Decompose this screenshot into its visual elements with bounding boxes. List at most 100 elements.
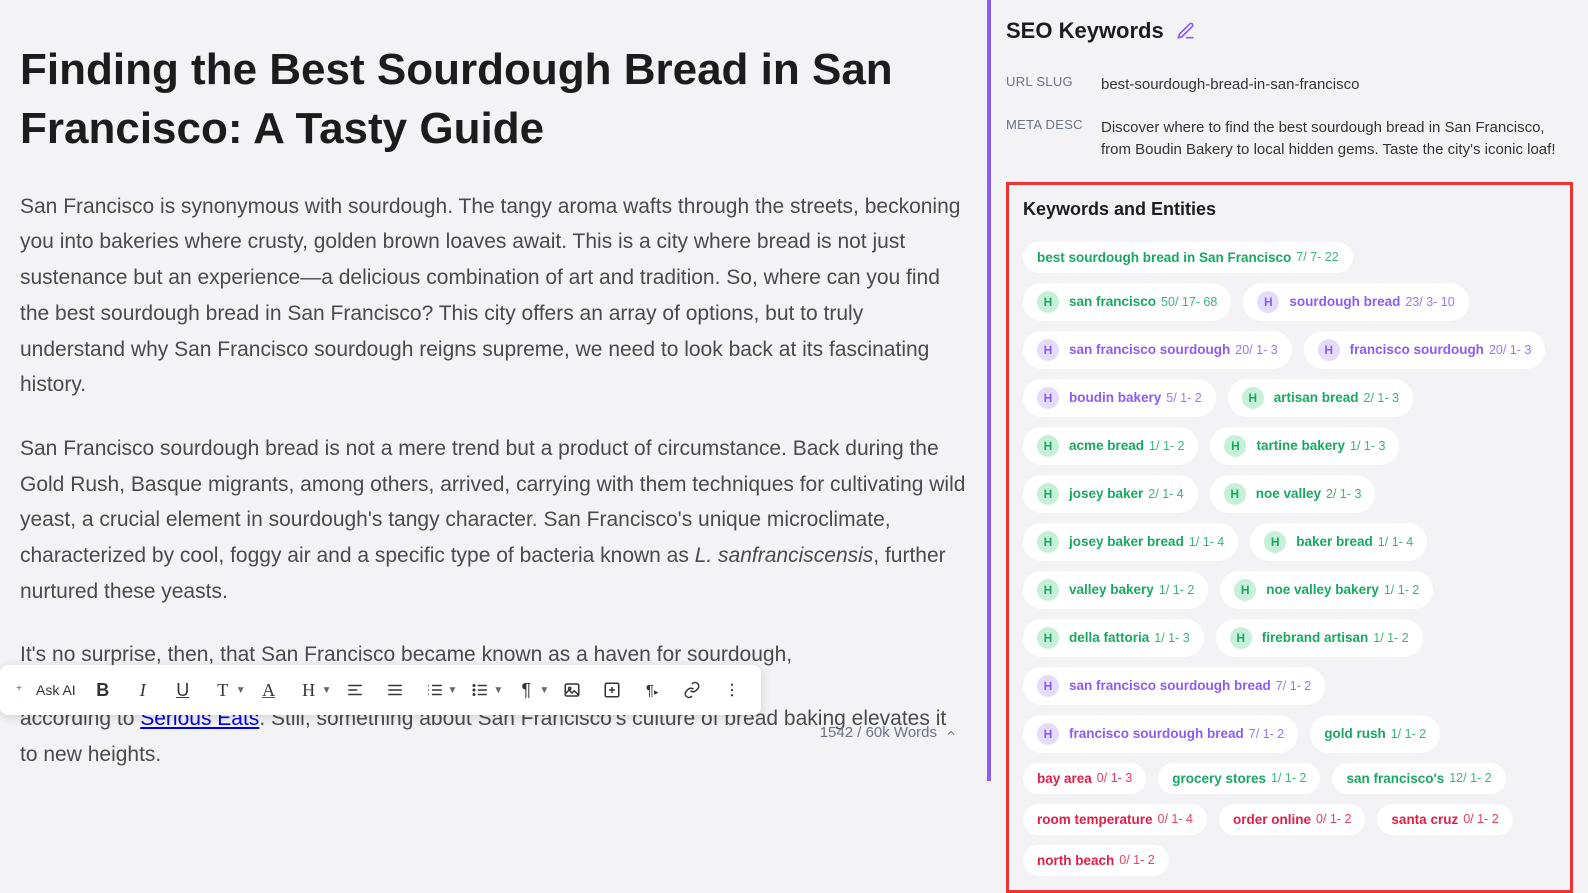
keyword-pill[interactable]: Hsan francisco sourdough20/ 1- 3 xyxy=(1023,331,1292,369)
link-button[interactable] xyxy=(675,673,709,707)
chevron-down-icon[interactable]: ▼ xyxy=(322,685,332,696)
keyword-stats: 0/ 1- 2 xyxy=(1119,853,1154,867)
keyword-term: north beach xyxy=(1037,853,1114,868)
keyword-term: valley bakery xyxy=(1069,582,1154,597)
keyword-pill[interactable]: Hfrancisco sourdough bread7/ 1- 2 xyxy=(1023,715,1298,753)
keyword-pill[interactable]: Hacme bread1/ 1- 2 xyxy=(1023,427,1198,465)
chevron-up-icon[interactable] xyxy=(945,727,957,739)
heading-badge: H xyxy=(1257,291,1279,313)
keyword-term: room temperature xyxy=(1037,812,1153,827)
keyword-term: noe valley bakery xyxy=(1266,582,1379,597)
keyword-term: grocery stores xyxy=(1172,771,1266,786)
chevron-down-icon[interactable]: ▼ xyxy=(448,685,458,696)
heading-badge: H xyxy=(1318,339,1340,361)
heading-badge: H xyxy=(1037,531,1059,553)
underline-button[interactable]: U xyxy=(166,673,200,707)
chevron-down-icon[interactable]: ▼ xyxy=(493,685,503,696)
paragraph-2[interactable]: San Francisco sourdough bread is not a m… xyxy=(20,431,967,609)
keyword-pill[interactable]: grocery stores1/ 1- 2 xyxy=(1158,763,1320,794)
keyword-pill[interactable]: Hfrancisco sourdough20/ 1- 3 xyxy=(1304,331,1546,369)
keyword-term: order online xyxy=(1233,812,1311,827)
keyword-term: firebrand artisan xyxy=(1262,630,1369,645)
keyword-term: gold rush xyxy=(1324,726,1386,741)
keyword-stats: 23/ 3- 10 xyxy=(1405,295,1454,309)
keyword-stats: 20/ 1- 3 xyxy=(1235,343,1277,357)
keyword-term: della fattoria xyxy=(1069,630,1149,645)
keywords-entities-title: Keywords and Entities xyxy=(1023,199,1556,220)
keyword-term: noe valley xyxy=(1256,486,1321,501)
keyword-pill[interactable]: gold rush1/ 1- 2 xyxy=(1310,715,1440,753)
image-button[interactable] xyxy=(555,673,589,707)
keyword-pill[interactable]: Hjosey baker2/ 1- 4 xyxy=(1023,475,1198,513)
heading-badge: H xyxy=(1242,387,1264,409)
keyword-pill[interactable]: Htartine bakery1/ 1- 3 xyxy=(1210,427,1399,465)
keyword-pill[interactable]: Hvalley bakery1/ 1- 2 xyxy=(1023,571,1208,609)
chevron-down-icon[interactable]: ▼ xyxy=(539,685,549,696)
keywords-entities-box: Keywords and Entities best sourdough bre… xyxy=(1006,182,1573,893)
meta-desc-row: META DESC Discover where to find the bes… xyxy=(1006,117,1573,162)
keyword-pill[interactable]: san francisco's12/ 1- 2 xyxy=(1332,763,1505,794)
keyword-pill[interactable]: Hsourdough bread 23/ 3- 10 xyxy=(1243,283,1468,321)
keyword-stats: 2/ 1- 4 xyxy=(1148,487,1183,501)
keyword-term: francisco sourdough bread xyxy=(1069,726,1244,741)
keyword-stats: 2/ 1- 3 xyxy=(1326,487,1361,501)
heading-button[interactable]: H xyxy=(292,673,326,707)
keyword-stats: 1/ 1- 4 xyxy=(1189,535,1224,549)
edit-icon[interactable] xyxy=(1176,21,1196,41)
url-slug-row: URL SLUG best-sourdough-bread-in-san-fra… xyxy=(1006,74,1573,97)
paragraph-style-button[interactable]: ¶ xyxy=(509,673,543,707)
keyword-term: artisan bread xyxy=(1274,390,1359,405)
keyword-pill[interactable]: Hartisan bread2/ 1- 3 xyxy=(1228,379,1413,417)
bullet-list-button[interactable] xyxy=(463,673,497,707)
keyword-pill[interactable]: Hbaker bread1/ 1- 4 xyxy=(1250,523,1427,561)
keyword-pill[interactable]: Hnoe valley bakery1/ 1- 2 xyxy=(1220,571,1433,609)
keyword-stats: 7/ 7- 22 xyxy=(1296,250,1338,264)
keyword-pills: best sourdough bread in San Francisco7/ … xyxy=(1023,242,1556,876)
italic-button[interactable]: I xyxy=(126,673,160,707)
keyword-pill[interactable]: santa cruz0/ 1- 2 xyxy=(1377,804,1512,835)
meta-desc-value[interactable]: Discover where to find the best sourdoug… xyxy=(1101,117,1573,162)
keyword-pill[interactable]: Hsan francisco sourdough bread7/ 1- 2 xyxy=(1023,667,1325,705)
word-count[interactable]: 1542 / 60k Words xyxy=(820,724,957,741)
keyword-pill[interactable]: room temperature0/ 1- 4 xyxy=(1023,804,1207,835)
heading-badge: H xyxy=(1264,531,1286,553)
article-body[interactable]: San Francisco is synonymous with sourdou… xyxy=(20,189,967,673)
keyword-stats: 1/ 1- 2 xyxy=(1159,583,1194,597)
more-button[interactable] xyxy=(715,673,749,707)
heading-badge: H xyxy=(1230,627,1252,649)
keyword-term: san francisco xyxy=(1069,294,1156,309)
keyword-pill[interactable]: Hnoe valley2/ 1- 3 xyxy=(1210,475,1376,513)
heading-badge: H xyxy=(1037,339,1059,361)
ask-ai-button[interactable]: Ask AI xyxy=(32,673,80,707)
bold-button[interactable]: B xyxy=(86,673,120,707)
keyword-pill[interactable]: Hsan francisco50/ 17- 68 xyxy=(1023,283,1231,321)
keyword-term: boudin bakery xyxy=(1069,390,1161,405)
keyword-term: san francisco sourdough bread xyxy=(1069,678,1271,693)
keyword-term: sourdough bread xyxy=(1289,294,1400,309)
keyword-pill[interactable]: north beach 0/ 1- 2 xyxy=(1023,845,1169,876)
keyword-pill[interactable]: Hfirebrand artisan 1/ 1- 2 xyxy=(1216,619,1423,657)
article-title[interactable]: Finding the Best Sourdough Bread in San … xyxy=(20,40,967,159)
keyword-pill[interactable]: Hboudin bakery5/ 1- 2 xyxy=(1023,379,1216,417)
keyword-pill[interactable]: order online 0/ 1- 2 xyxy=(1219,804,1365,835)
align-left-button[interactable] xyxy=(338,673,372,707)
numbered-list-button[interactable] xyxy=(418,673,452,707)
paragraph-1[interactable]: San Francisco is synonymous with sourdou… xyxy=(20,189,967,403)
url-slug-label: URL SLUG xyxy=(1006,74,1101,97)
keyword-pill[interactable]: bay area0/ 1- 3 xyxy=(1023,763,1146,794)
keyword-stats: 0/ 1- 2 xyxy=(1316,812,1351,826)
editor-toolbar: Ask AI B I U T ▼ A H ▼ ▼ ▼ ¶ ▼ ¶▸ xyxy=(0,665,761,715)
align-justify-button[interactable] xyxy=(378,673,412,707)
keyword-term: bay area xyxy=(1037,771,1092,786)
keyword-pill[interactable]: Hjosey baker bread1/ 1- 4 xyxy=(1023,523,1238,561)
keyword-stats: 1/ 1- 2 xyxy=(1373,631,1408,645)
url-slug-value[interactable]: best-sourdough-bread-in-san-francisco xyxy=(1101,74,1573,97)
insert-button[interactable] xyxy=(595,673,629,707)
keyword-pill[interactable]: Hdella fattoria1/ 1- 3 xyxy=(1023,619,1204,657)
text-style-button[interactable]: T xyxy=(206,673,240,707)
chevron-down-icon[interactable]: ▼ xyxy=(236,685,246,696)
paragraph-direction-button[interactable]: ¶▸ xyxy=(635,673,669,707)
font-color-button[interactable]: A xyxy=(252,673,286,707)
keyword-stats: 0/ 1- 2 xyxy=(1463,812,1498,826)
keyword-pill[interactable]: best sourdough bread in San Francisco7/ … xyxy=(1023,242,1353,273)
